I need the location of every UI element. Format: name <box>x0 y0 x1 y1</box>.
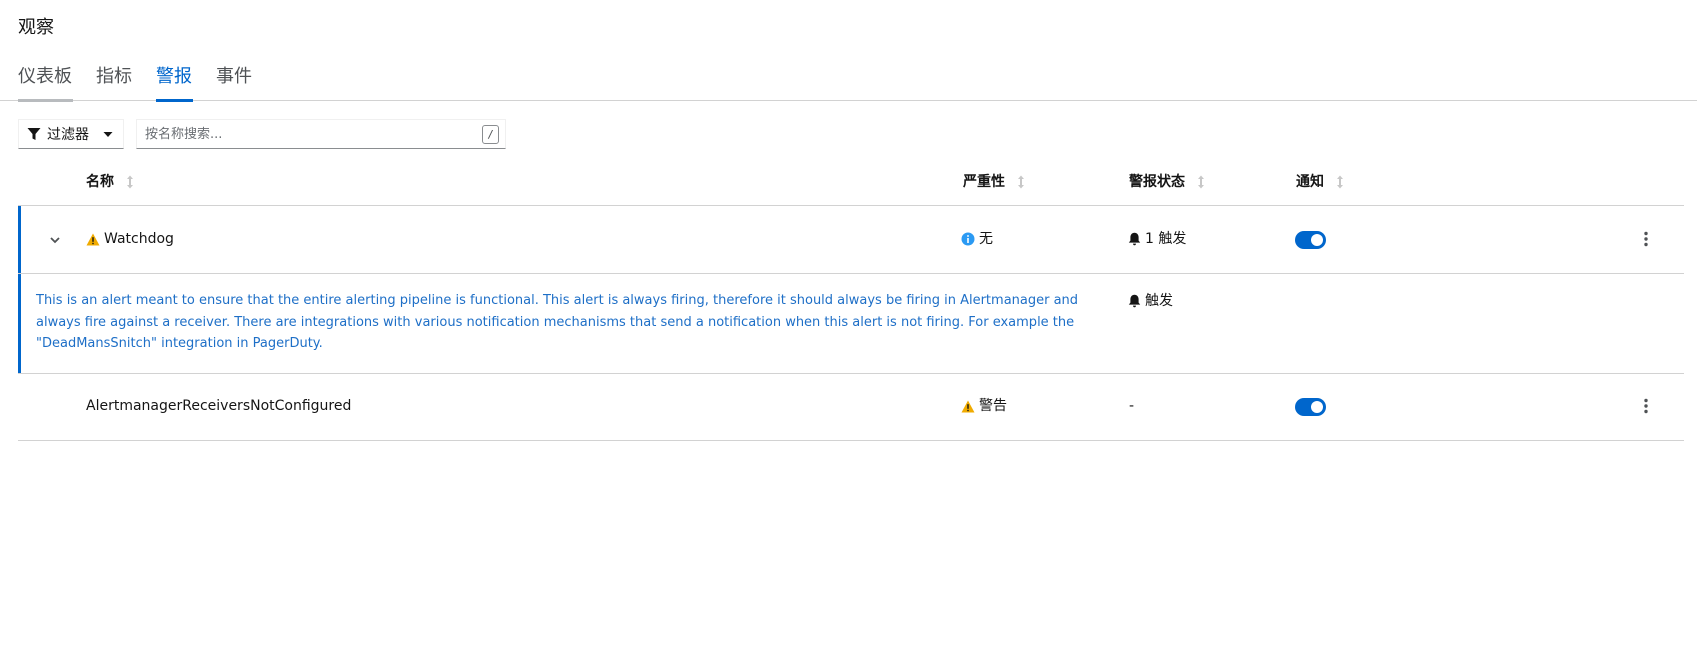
column-header-label: 警报状态 <box>1129 174 1185 190</box>
row-actions-kebab-icon[interactable] <box>1638 229 1654 249</box>
column-header-severity[interactable]: 严重性 <box>963 172 1025 192</box>
bell-icon <box>1128 232 1141 246</box>
notifications-toggle[interactable] <box>1295 398 1326 416</box>
tab-underline <box>18 99 73 102</box>
warning-triangle-icon <box>961 400 975 412</box>
column-header-label: 严重性 <box>963 174 1005 190</box>
row-expand-toggle[interactable] <box>47 232 63 248</box>
column-header-label: 名称 <box>86 174 114 190</box>
severity-text: 警告 <box>979 398 1007 414</box>
toggle-knob <box>1311 234 1323 246</box>
alert-name-text: Watchdog <box>104 231 174 247</box>
funnel-icon <box>27 128 41 140</box>
alert-name-watchdog[interactable]: Watchdog <box>86 229 174 249</box>
tab-label: 事件 <box>216 66 252 87</box>
row-divider <box>18 273 1684 274</box>
severity-cell: 警告 <box>961 396 1007 416</box>
column-header-alert-state[interactable]: 警报状态 <box>1129 172 1205 192</box>
column-header-name[interactable]: 名称 <box>86 172 134 192</box>
info-circle-icon <box>961 232 975 246</box>
filter-button[interactable]: 过滤器 <box>18 119 124 149</box>
expanded-alert-state-text: 触发 <box>1145 293 1173 309</box>
tab-events[interactable]: 事件 <box>216 65 254 101</box>
warning-triangle-icon <box>86 233 100 245</box>
row-divider <box>18 205 1684 206</box>
notifications-toggle[interactable] <box>1295 231 1326 249</box>
alert-state-cell: 1 触发 <box>1128 229 1186 249</box>
bell-icon <box>1128 294 1141 308</box>
alert-description: This is an alert meant to ensure that th… <box>36 293 1079 351</box>
row-divider <box>18 373 1684 374</box>
filter-label: 过滤器 <box>47 127 89 143</box>
tab-label: 警报 <box>156 66 192 87</box>
caret-down-icon <box>103 132 113 137</box>
alert-name-text: AlertmanagerReceiversNotConfigured <box>86 398 352 414</box>
page-title: 观察 <box>18 17 54 38</box>
tab-metrics[interactable]: 指标 <box>96 65 134 101</box>
tab-bar: 仪表板 指标 警报 事件 <box>0 60 1697 102</box>
alert-name-alertmanager-receivers[interactable]: AlertmanagerReceiversNotConfigured <box>86 396 351 416</box>
kebab-icon <box>1644 231 1648 247</box>
tab-alerts[interactable]: 警报 <box>156 65 193 102</box>
tab-label: 指标 <box>96 66 132 87</box>
alert-state-text: 1 触发 <box>1145 231 1187 247</box>
row-actions-kebab-icon[interactable] <box>1638 396 1654 416</box>
expanded-alert-state: 触发 <box>1128 291 1173 311</box>
keyboard-shortcut-hint: / <box>482 125 499 144</box>
tab-label: 仪表板 <box>18 66 72 87</box>
tab-dashboards[interactable]: 仪表板 <box>18 65 73 102</box>
expanded-row-indicator <box>18 206 21 374</box>
column-header-label: 通知 <box>1296 174 1324 190</box>
toggle-knob <box>1311 401 1323 413</box>
alert-state-cell: - <box>1129 396 1134 416</box>
search-input[interactable] <box>143 124 463 144</box>
tab-underline <box>156 99 193 102</box>
sort-icon <box>127 175 133 189</box>
sort-icon <box>1018 175 1024 189</box>
search-field: / <box>136 119 506 149</box>
chevron-down-icon <box>50 236 60 243</box>
sort-icon <box>1198 175 1204 189</box>
alert-state-text: - <box>1129 398 1135 414</box>
kebab-icon <box>1644 398 1648 414</box>
severity-text: 无 <box>979 231 993 247</box>
column-header-notifications[interactable]: 通知 <box>1296 172 1344 192</box>
row-divider <box>18 440 1684 441</box>
severity-cell: 无 <box>961 229 993 249</box>
sort-icon <box>1337 175 1343 189</box>
